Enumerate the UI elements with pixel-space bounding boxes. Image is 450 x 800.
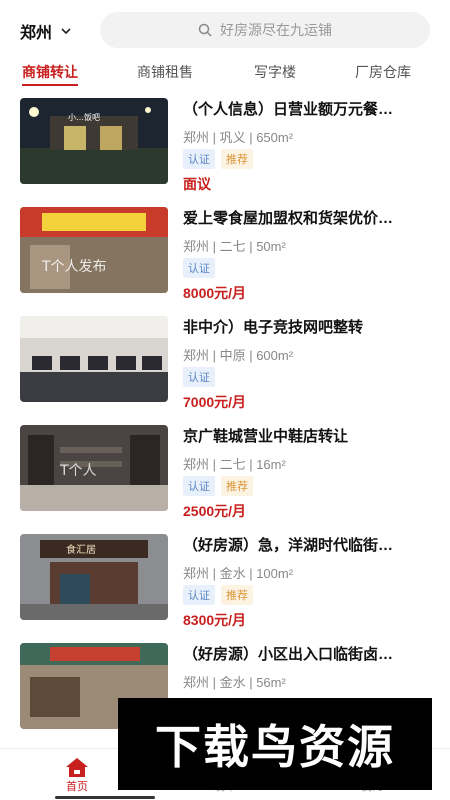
thumb-sign-text: 小…饭吧 <box>68 112 100 122</box>
listing-price: 7000元/月 <box>183 394 247 410</box>
listing-tags: 认证 <box>183 258 215 278</box>
listing-thumbnail: 小…饭吧 <box>20 98 168 184</box>
listing-meta: 郑州 | 金水 | 56m² <box>183 675 286 690</box>
thumb-sign-text: T个人发布 <box>41 259 107 275</box>
listing-meta: 郑州 | 二七 | 50m² <box>183 239 286 254</box>
listing-price: 2500元/月 <box>183 503 247 519</box>
listing-thumbnail: T个人 <box>20 425 168 511</box>
listing-meta: 郑州 | 巩义 | 650m² <box>183 130 294 145</box>
home-indicator <box>55 796 155 799</box>
nav-home[interactable]: 首页 <box>27 749 127 800</box>
city-label: 郑州 <box>20 25 53 42</box>
listing-tags: 认证 推荐 <box>183 149 253 169</box>
tab-shop-rent-sale[interactable]: 商铺租售 <box>137 62 193 82</box>
tag-certified: 认证 <box>183 149 215 169</box>
tab-office[interactable]: 写字楼 <box>254 62 296 82</box>
tab-shop-transfer[interactable]: 商铺转让 <box>22 62 78 82</box>
listing-tags: 认证 推荐 <box>183 476 253 496</box>
listing-item[interactable]: 非中介）电子竞技网吧整转 郑州 | 中原 | 600m² 认证 7000元/月 <box>0 306 450 416</box>
listing-title: （个人信息）日营业额万元餐… <box>183 101 394 118</box>
watermark-banner: 下载鸟资源 <box>118 698 432 790</box>
thumb-sign-text: T个人 <box>59 463 97 479</box>
active-tab-indicator <box>22 84 78 86</box>
listing-title: 爱上零食屋加盟权和货架优价… <box>183 210 394 227</box>
watermark-text: 下载鸟资源 <box>155 720 395 774</box>
tag-certified: 认证 <box>183 585 215 605</box>
search-bar[interactable]: 好房源尽在九运铺 <box>100 12 430 48</box>
listing-title: 非中介）电子竞技网吧整转 <box>183 319 364 336</box>
tag-certified: 认证 <box>183 476 215 496</box>
listing-price: 面议 <box>183 176 211 192</box>
listing-meta: 郑州 | 中原 | 600m² <box>183 348 294 363</box>
chevron-down-icon <box>61 28 71 35</box>
tag-recommended: 推荐 <box>221 149 253 169</box>
tag-certified: 认证 <box>183 258 215 278</box>
listing-thumbnail <box>20 316 168 402</box>
search-placeholder: 好房源尽在九运铺 <box>220 22 332 38</box>
thumb-sign-text: 食汇居 <box>66 543 96 556</box>
listing-title: （好房源）小区出入口临街卤… <box>183 646 394 663</box>
listing-meta: 郑州 | 二七 | 16m² <box>183 457 286 472</box>
tag-recommended: 推荐 <box>221 585 253 605</box>
listing-tags: 认证 推荐 <box>183 585 253 605</box>
listing-item[interactable]: T个人 京广鞋城营业中鞋店转让 郑州 | 二七 | 16m² 认证 推荐 250… <box>0 415 450 525</box>
listing-meta: 郑州 | 金水 | 100m² <box>183 566 294 581</box>
listing-title: 京广鞋城营业中鞋店转让 <box>183 428 349 445</box>
listing-tags: 认证 <box>183 367 215 387</box>
listing-thumbnail: 食汇居 <box>20 534 168 620</box>
home-icon <box>66 758 88 777</box>
category-tabs: 商铺转让 商铺租售 写字楼 厂房仓库 <box>0 58 450 88</box>
nav-home-label: 首页 <box>66 781 88 793</box>
listing-item[interactable]: 小…饭吧 （个人信息）日营业额万元餐… 郑州 | 巩义 | 650m² 认证 推… <box>0 88 450 198</box>
tab-factory-warehouse[interactable]: 厂房仓库 <box>355 62 411 82</box>
tag-certified: 认证 <box>183 367 215 387</box>
listing-title: （好房源）急，洋湖时代临街… <box>183 537 394 554</box>
listing-item[interactable]: T个人发布 爱上零食屋加盟权和货架优价… 郑州 | 二七 | 50m² 认证 8… <box>0 197 450 307</box>
listing-item[interactable]: 食汇居 （好房源）急，洋湖时代临街… 郑州 | 金水 | 100m² 认证 推荐… <box>0 524 450 634</box>
search-icon <box>198 23 212 37</box>
listing-thumbnail: T个人发布 <box>20 207 168 293</box>
city-selector[interactable]: 郑州 <box>20 19 72 43</box>
top-bar: 郑州 好房源尽在九运铺 <box>0 0 450 58</box>
listing-price: 8000元/月 <box>183 285 247 301</box>
listing-price: 8300元/月 <box>183 612 247 628</box>
tag-recommended: 推荐 <box>221 476 253 496</box>
